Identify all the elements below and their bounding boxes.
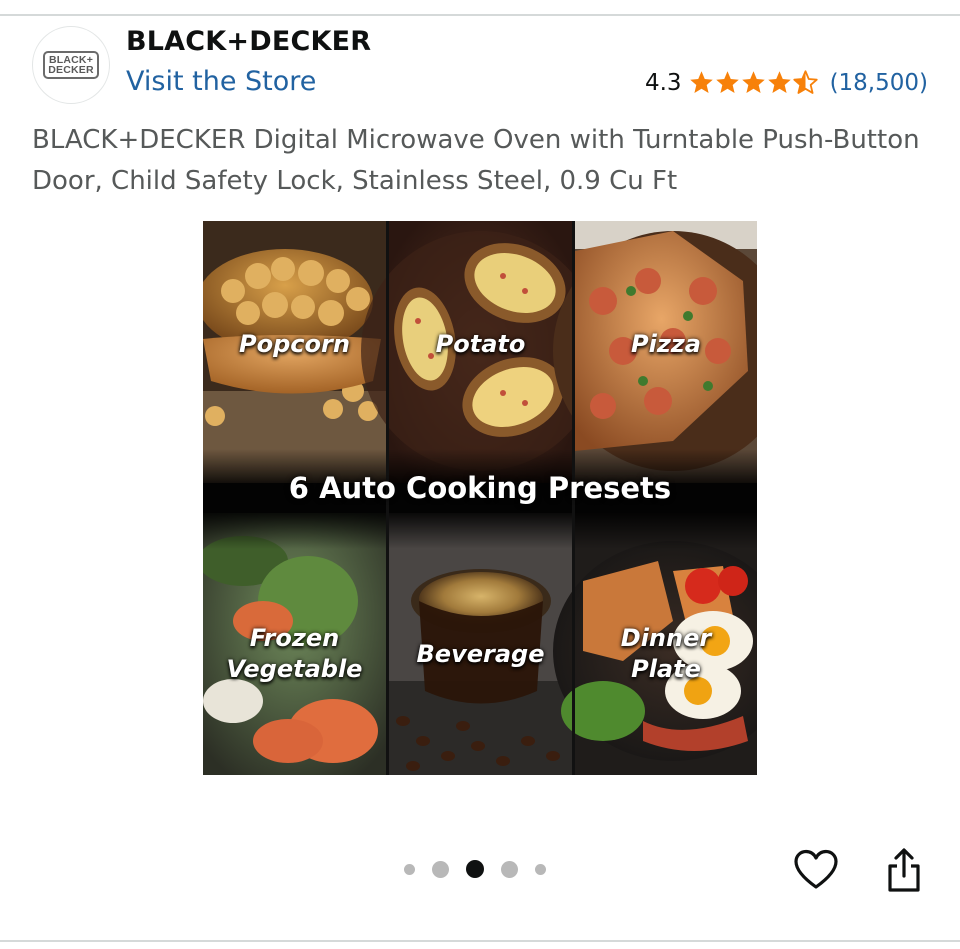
share-icon <box>888 848 920 892</box>
carousel-indicator <box>404 860 563 878</box>
presets-banner: 6 Auto Cooking Presets <box>288 471 672 505</box>
visit-store-link[interactable]: Visit the Store <box>126 66 316 97</box>
star-full-icon <box>741 71 765 93</box>
star-full-icon <box>767 71 791 93</box>
carousel-dot[interactable] <box>404 863 415 875</box>
heart-icon <box>794 849 838 889</box>
review-count-link[interactable]: (18,500) <box>830 70 928 96</box>
brand-name: BLACK+DECKER <box>126 26 372 57</box>
carousel-dot-active[interactable] <box>466 860 484 878</box>
preset-label-beverage: Beverage <box>416 640 545 668</box>
preset-label-dinner-plate: Dinner Plate <box>620 624 712 683</box>
brand-logo-mark: BLACK+ DECKER <box>43 51 99 79</box>
star-half-icon <box>792 70 818 94</box>
share-button[interactable] <box>880 846 928 894</box>
rating-value: 4.3 <box>644 69 682 96</box>
star-full-icon <box>689 71 713 93</box>
preset-label-popcorn: Popcorn <box>239 330 350 358</box>
product-image[interactable]: 6 Auto Cooking Presets Popcorn Potato Pi… <box>203 221 757 775</box>
rating-summary[interactable]: 4.3 (18,500) <box>645 69 928 96</box>
preset-label-potato: Potato <box>435 330 526 358</box>
star-rating <box>688 69 818 96</box>
wishlist-button[interactable] <box>792 846 840 894</box>
brand-logo[interactable]: BLACK+ DECKER <box>32 26 110 104</box>
carousel-dot[interactable] <box>535 863 546 875</box>
top-divider <box>0 14 960 16</box>
carousel-dot[interactable] <box>432 860 449 878</box>
preset-label-frozen-vegetable: Frozen Vegetable <box>226 624 363 683</box>
preset-label-pizza: Pizza <box>631 330 701 358</box>
carousel-dot[interactable] <box>501 860 518 878</box>
logo-line-2: DECKER <box>48 64 94 76</box>
star-full-icon <box>715 71 739 93</box>
product-title: BLACK+DECKER Digital Microwave Oven with… <box>32 125 920 196</box>
bottom-divider <box>0 940 960 942</box>
